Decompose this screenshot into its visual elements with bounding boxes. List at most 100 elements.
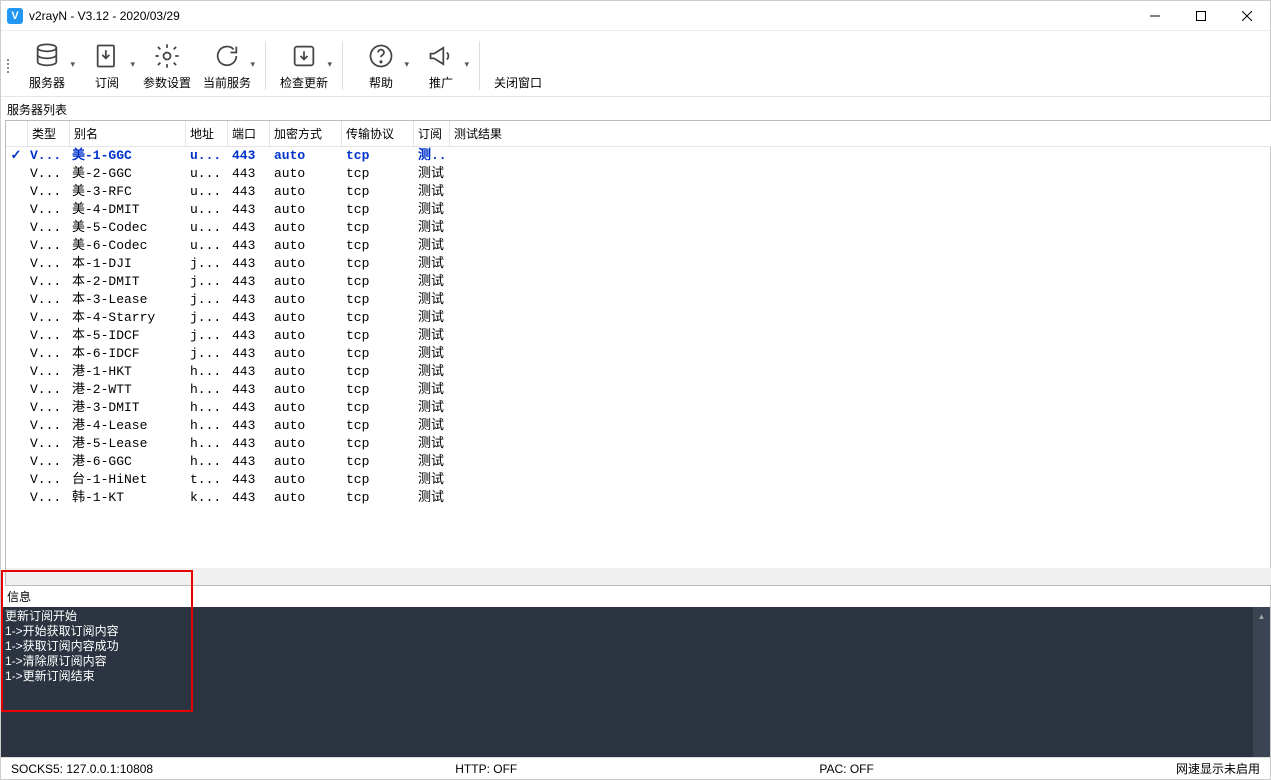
cell-net: tcp — [342, 489, 414, 507]
cell-alias: 本-4-Starry — [68, 309, 186, 327]
cell-addr: u... — [186, 219, 228, 237]
table-row[interactable]: V...美-6-Codecu...443autotcp测试 — [6, 237, 1271, 255]
toolbar-separator — [265, 41, 266, 90]
col-test[interactable]: 测试结果 — [450, 121, 1271, 146]
cell-port: 443 — [228, 381, 270, 399]
toolbar-restart-button[interactable]: 当前服务 ▾ — [197, 35, 257, 96]
row-active-mark — [6, 165, 26, 183]
cell-enc: auto — [270, 417, 342, 435]
horizontal-scrollbar[interactable] — [6, 568, 1271, 585]
row-active-mark — [6, 255, 26, 273]
cell-test — [450, 435, 1271, 453]
minimize-button[interactable] — [1132, 1, 1178, 31]
table-row[interactable]: V...台-1-HiNett...443autotcp测试 — [6, 471, 1271, 489]
toolbar-separator — [342, 41, 343, 90]
cell-test — [450, 255, 1271, 273]
cell-test — [450, 327, 1271, 345]
col-alias[interactable]: 别名 — [70, 121, 186, 146]
row-active-mark — [6, 309, 26, 327]
cell-addr: j... — [186, 273, 228, 291]
table-row[interactable]: ✓V...美-1-GGCu...443autotcp测.. — [6, 147, 1271, 165]
table-row[interactable]: V...美-4-DMITu...443autotcp测试 — [6, 201, 1271, 219]
table-row[interactable]: V...本-1-DJIj...443autotcp测试 — [6, 255, 1271, 273]
toolbar-update-button[interactable]: 检查更新 ▾ — [274, 35, 334, 96]
row-active-mark — [6, 345, 26, 363]
table-row[interactable]: V...本-4-Starryj...443autotcp测试 — [6, 309, 1271, 327]
table-row[interactable]: V...港-1-HKTh...443autotcp测试 — [6, 363, 1271, 381]
cell-enc: auto — [270, 165, 342, 183]
cell-addr: u... — [186, 183, 228, 201]
cell-net: tcp — [342, 309, 414, 327]
cell-enc: auto — [270, 273, 342, 291]
cell-port: 443 — [228, 291, 270, 309]
log-panel[interactable]: 更新订阅开始1->开始获取订阅内容1->获取订阅内容成功1->清除原订阅内容1-… — [1, 607, 1270, 757]
row-active-mark — [6, 453, 26, 471]
cell-alias: 本-1-DJI — [68, 255, 186, 273]
cell-test — [450, 471, 1271, 489]
cell-port: 443 — [228, 345, 270, 363]
toolbar-grip[interactable] — [5, 35, 13, 96]
cell-test — [450, 453, 1271, 471]
cell-test — [450, 345, 1271, 363]
cell-alias: 港-5-Lease — [68, 435, 186, 453]
toolbar-closewin-label: 关闭窗口 — [494, 73, 542, 93]
table-row[interactable]: V...港-4-Leaseh...443autotcp测试 — [6, 417, 1271, 435]
cell-enc: auto — [270, 381, 342, 399]
col-type[interactable]: 类型 — [28, 121, 70, 146]
chevron-down-icon: ▾ — [328, 59, 333, 70]
cell-addr: h... — [186, 363, 228, 381]
toolbar-promote-label: 推广 — [429, 73, 453, 93]
table-row[interactable]: V...美-2-GGCu...443autotcp测试 — [6, 165, 1271, 183]
status-http: HTTP: OFF — [445, 762, 527, 776]
table-row[interactable]: V...本-2-DMITj...443autotcp测试 — [6, 273, 1271, 291]
table-row[interactable]: V...美-5-Codecu...443autotcp测试 — [6, 219, 1271, 237]
toolbar-closewin-button[interactable]: 关闭窗口 — [488, 35, 548, 96]
toolbar-subscribe-button[interactable]: 订阅 ▾ — [77, 35, 137, 96]
cell-sub: 测试 — [414, 309, 450, 327]
chevron-down-icon: ▾ — [130, 59, 135, 70]
table-body[interactable]: ✓V...美-1-GGCu...443autotcp测..V...美-2-GGC… — [6, 147, 1271, 568]
cell-port: 443 — [228, 471, 270, 489]
megaphone-icon — [427, 42, 455, 70]
table-row[interactable]: V...本-6-IDCFj...443autotcp测试 — [6, 345, 1271, 363]
toolbar-subscribe-label: 订阅 — [95, 73, 119, 93]
toolbar-settings-button[interactable]: 参数设置 — [137, 35, 197, 96]
table-row[interactable]: V...港-3-DMITh...443autotcp测试 — [6, 399, 1271, 417]
cell-alias: 本-6-IDCF — [68, 345, 186, 363]
col-sub[interactable]: 订阅 — [414, 121, 450, 146]
cell-port: 443 — [228, 435, 270, 453]
col-port[interactable]: 端口 — [228, 121, 270, 146]
col-check[interactable] — [6, 121, 28, 146]
cell-port: 443 — [228, 327, 270, 345]
log-scrollbar[interactable] — [1253, 607, 1270, 757]
server-list-label: 服务器列表 — [1, 97, 1270, 120]
close-button[interactable] — [1224, 1, 1270, 31]
col-net[interactable]: 传输协议 — [342, 121, 414, 146]
table-row[interactable]: V...港-6-GGCh...443autotcp测试 — [6, 453, 1271, 471]
cell-sub: 测试 — [414, 201, 450, 219]
server-table[interactable]: 类型 别名 地址 端口 加密方式 传输协议 订阅 测试结果 ✓V...美-1-G… — [5, 120, 1271, 586]
cell-alias: 美-1-GGC — [68, 147, 186, 165]
maximize-button[interactable] — [1178, 1, 1224, 31]
toolbar-help-button[interactable]: 帮助 ▾ — [351, 35, 411, 96]
toolbar-server-button[interactable]: 服务器 ▾ — [17, 35, 77, 96]
table-row[interactable]: V...韩-1-KTk...443autotcp测试 — [6, 489, 1271, 507]
row-active-mark: ✓ — [6, 147, 26, 165]
table-row[interactable]: V...美-3-RFCu...443autotcp测试 — [6, 183, 1271, 201]
toolbar-promote-button[interactable]: 推广 ▾ — [411, 35, 471, 96]
chevron-down-icon: ▾ — [70, 59, 75, 70]
row-active-mark — [6, 327, 26, 345]
table-row[interactable]: V...本-3-Leasej...443autotcp测试 — [6, 291, 1271, 309]
table-row[interactable]: V...港-2-WTTh...443autotcp测试 — [6, 381, 1271, 399]
col-enc[interactable]: 加密方式 — [270, 121, 342, 146]
cell-addr: k... — [186, 489, 228, 507]
log-line: 1->开始获取订阅内容 — [5, 624, 1266, 639]
cell-enc: auto — [270, 201, 342, 219]
cell-enc: auto — [270, 183, 342, 201]
cell-enc: auto — [270, 345, 342, 363]
cell-type: V... — [26, 489, 68, 507]
table-row[interactable]: V...港-5-Leaseh...443autotcp测试 — [6, 435, 1271, 453]
cell-test — [450, 381, 1271, 399]
table-row[interactable]: V...本-5-IDCFj...443autotcp测试 — [6, 327, 1271, 345]
col-addr[interactable]: 地址 — [186, 121, 228, 146]
